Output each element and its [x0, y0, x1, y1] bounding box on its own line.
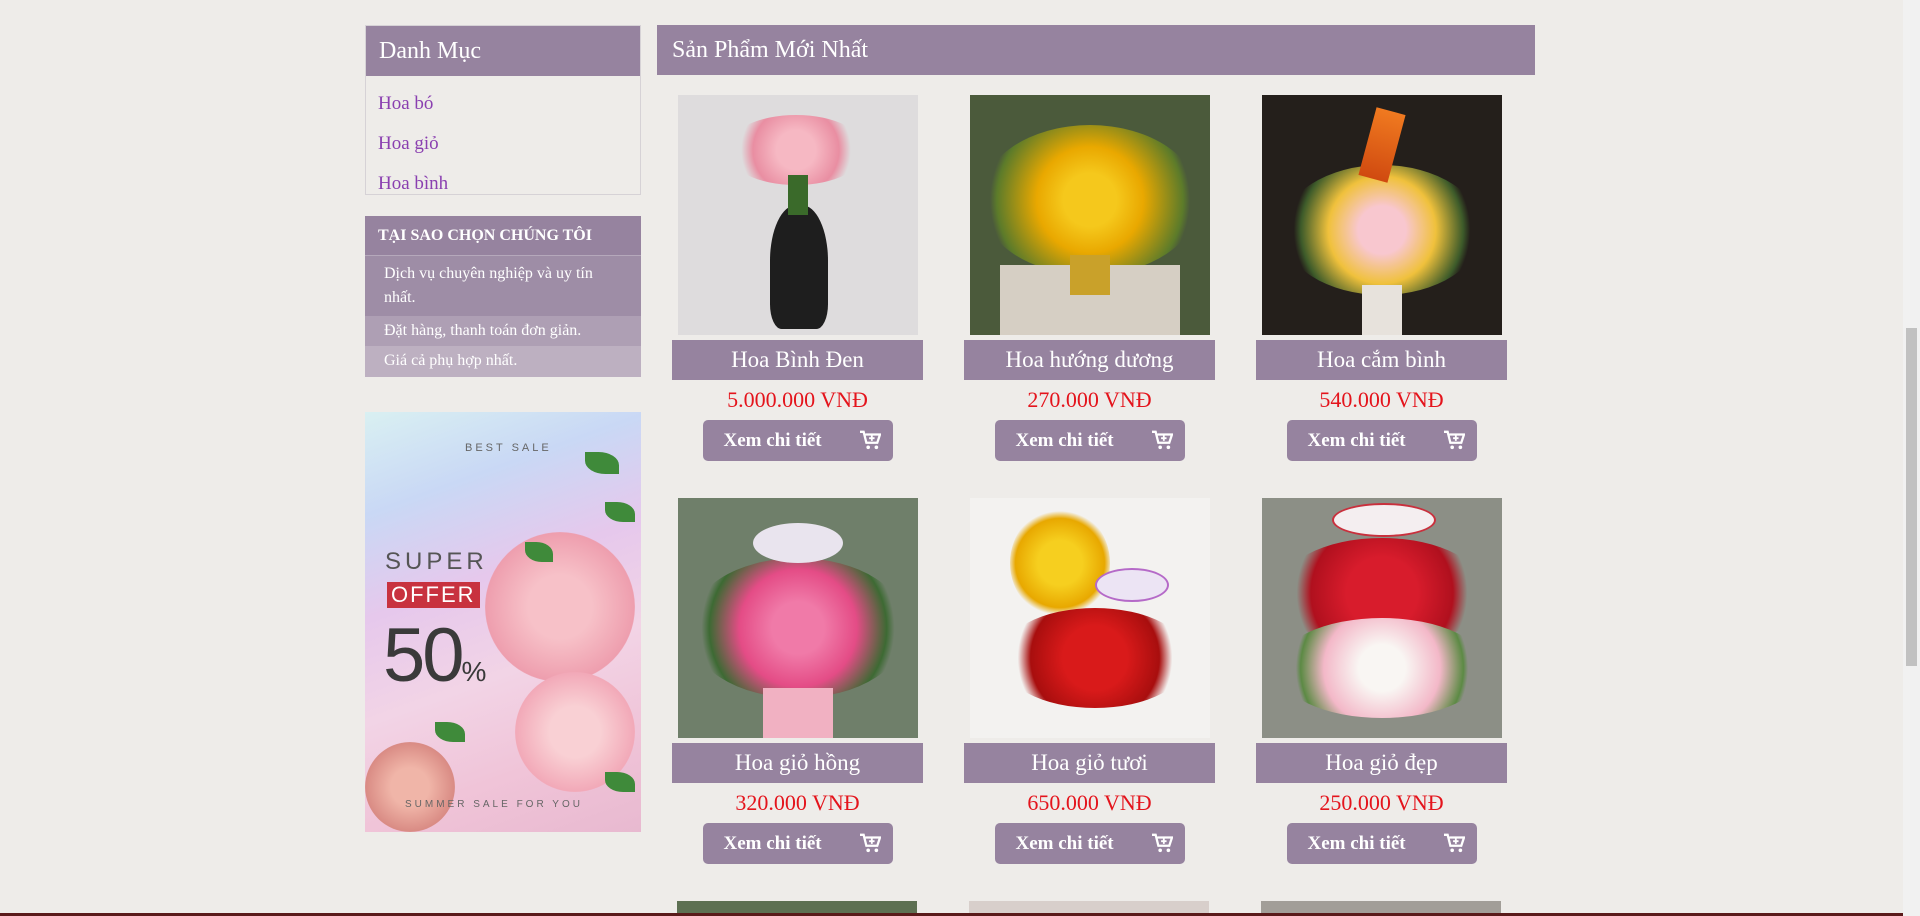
product-image[interactable] — [1261, 498, 1502, 738]
product-card: Hoa cắm bình 540.000 VNĐ Xem chi tiết — [1256, 95, 1507, 461]
promo-summer-sale: SUMMER SALE FOR YOU — [405, 799, 583, 810]
view-details-label: Xem chi tiết — [723, 833, 822, 854]
promo-banner[interactable]: BEST SALE SUPER OFFER 50% SUMMER SALE FO… — [365, 412, 641, 832]
promo-percent-sign: % — [461, 656, 487, 687]
product-image[interactable] — [677, 498, 918, 738]
why-choose-us-title: TẠI SAO CHỌN CHÚNG TÔI — [365, 216, 641, 256]
product-name[interactable]: Hoa giỏ hồng — [672, 743, 923, 783]
leaf-decoration — [605, 772, 635, 792]
view-details-button[interactable]: Xem chi tiết — [1286, 420, 1477, 461]
latest-products-title: Sản Phẩm Mới Nhất — [657, 25, 1535, 75]
cart-icon — [1151, 430, 1173, 450]
leaf-decoration — [435, 722, 465, 742]
promo-super: SUPER — [385, 548, 488, 575]
view-details-label: Xem chi tiết — [1015, 430, 1114, 451]
scrollbar-thumb[interactable] — [1906, 328, 1917, 666]
view-details-button[interactable]: Xem chi tiết — [702, 420, 893, 461]
view-details-label: Xem chi tiết — [1307, 833, 1406, 854]
product-name[interactable]: Hoa hướng dương — [964, 340, 1215, 380]
product-card: Hoa Bình Đen 5.000.000 VNĐ Xem chi tiết — [672, 95, 923, 461]
why-item: Dịch vụ chuyên nghiệp và uy tín nhất. — [365, 256, 641, 316]
cart-icon — [1151, 833, 1173, 853]
promo-percent-value: 50 — [383, 613, 465, 698]
product-card: Hoa giỏ đẹp 250.000 VNĐ Xem chi tiết — [1256, 498, 1507, 864]
product-card: Hoa giỏ hồng 320.000 VNĐ Xem chi tiết — [672, 498, 923, 864]
product-price: 5.000.000 VNĐ — [727, 387, 868, 412]
product-price: 270.000 VNĐ — [1027, 387, 1152, 412]
category-panel: Danh Mục Hoa bó Hoa giỏ Hoa bình — [365, 25, 641, 195]
why-item: Giá cả phụ hợp nhất. — [365, 346, 641, 377]
product-name[interactable]: Hoa giỏ tươi — [964, 743, 1215, 783]
product-image[interactable] — [969, 95, 1210, 335]
product-image[interactable] — [969, 498, 1210, 738]
promo-offer: OFFER — [387, 582, 480, 608]
view-details-label: Xem chi tiết — [723, 430, 822, 451]
product-price: 250.000 VNĐ — [1319, 790, 1444, 815]
view-details-label: Xem chi tiết — [1307, 430, 1406, 451]
flower-decoration — [485, 532, 635, 682]
product-card: Hoa hướng dương 270.000 VNĐ Xem chi tiết — [964, 95, 1215, 461]
leaf-decoration — [605, 502, 635, 522]
product-image-partial[interactable] — [677, 901, 917, 913]
cart-icon — [859, 430, 881, 450]
product-name[interactable]: Hoa Bình Đen — [672, 340, 923, 380]
view-details-button[interactable]: Xem chi tiết — [1286, 823, 1477, 864]
category-link-hoa-gio[interactable]: Hoa giỏ — [366, 124, 640, 164]
leaf-decoration — [585, 452, 619, 474]
why-item: Đặt hàng, thanh toán đơn giản. — [365, 316, 641, 346]
cart-icon — [1443, 833, 1465, 853]
page-scrollbar[interactable] — [1903, 0, 1920, 916]
category-title: Danh Mục — [366, 26, 640, 76]
product-name[interactable]: Hoa giỏ đẹp — [1256, 743, 1507, 783]
category-link-hoa-bo[interactable]: Hoa bó — [366, 84, 640, 124]
view-details-button[interactable]: Xem chi tiết — [702, 823, 893, 864]
product-price: 320.000 VNĐ — [735, 790, 860, 815]
product-card: Hoa giỏ tươi 650.000 VNĐ Xem chi tiết — [964, 498, 1215, 864]
product-image-partial[interactable] — [969, 901, 1209, 913]
product-price: 540.000 VNĐ — [1319, 387, 1444, 412]
product-image[interactable] — [1261, 95, 1502, 335]
promo-best-sale: BEST SALE — [465, 442, 552, 454]
why-choose-us-panel: TẠI SAO CHỌN CHÚNG TÔI Dịch vụ chuyên ng… — [365, 216, 641, 377]
cart-icon — [1443, 430, 1465, 450]
category-link-hoa-binh[interactable]: Hoa bình — [366, 164, 640, 204]
product-image-partial[interactable] — [1261, 901, 1501, 913]
product-name[interactable]: Hoa cắm bình — [1256, 340, 1507, 380]
cart-icon — [859, 833, 881, 853]
flower-decoration — [365, 742, 455, 832]
promo-percent: 50% — [383, 612, 486, 699]
view-details-button[interactable]: Xem chi tiết — [994, 823, 1185, 864]
product-image[interactable] — [677, 95, 918, 335]
view-details-button[interactable]: Xem chi tiết — [994, 420, 1185, 461]
product-price: 650.000 VNĐ — [1027, 790, 1152, 815]
view-details-label: Xem chi tiết — [1015, 833, 1114, 854]
